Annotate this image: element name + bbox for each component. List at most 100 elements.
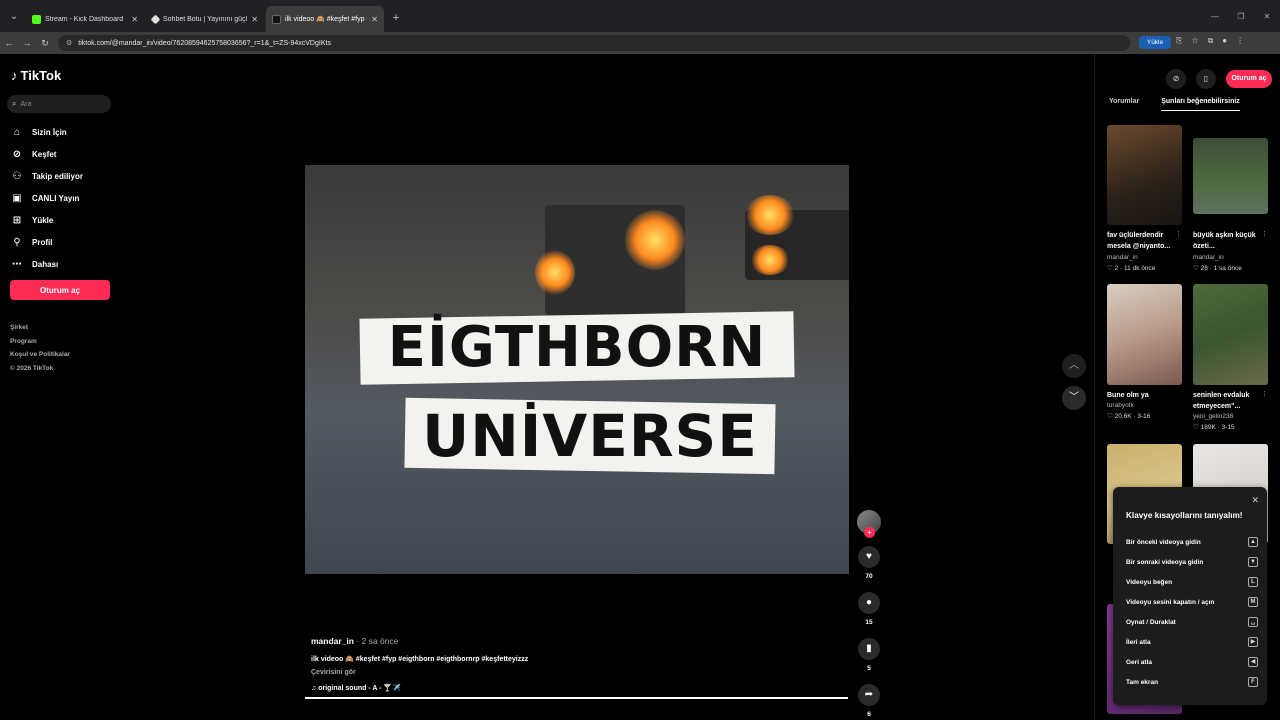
profile-avatar-icon[interactable]: ●	[1222, 36, 1227, 46]
video-thumbnail[interactable]	[1107, 125, 1182, 225]
save-action[interactable]: ▮ 5	[857, 638, 881, 672]
key-space-icon: ␣	[1248, 617, 1258, 627]
video-thumbnail[interactable]	[1193, 284, 1268, 385]
video-thumbnail[interactable]	[1107, 284, 1182, 385]
card-author[interactable]: yeni_gelin238	[1193, 413, 1233, 420]
shortcut-row: Videoyu sesini kapatın / açın M	[1126, 592, 1258, 612]
follow-plus-icon[interactable]: +	[864, 527, 875, 538]
card-title[interactable]: büyük aşkın küçük özeti...	[1193, 230, 1268, 252]
comment-icon[interactable]: ●	[858, 592, 880, 614]
sidebar-item-label: Yükle	[32, 215, 54, 225]
video-author[interactable]: mandar_in · 2 sa önce	[311, 636, 528, 646]
footer-link-terms[interactable]: Koşul ve Politikalar	[10, 348, 70, 362]
browser-menu-icon[interactable]: ⋮	[1236, 36, 1244, 46]
sidebar-item-explore[interactable]: ⊘ Keşfet	[10, 143, 83, 165]
translate-icon[interactable]: ⎘	[1176, 36, 1182, 46]
browser-tab-sohbet[interactable]: Sohbet Botu | Yayınını güçlendi ✕	[146, 6, 264, 32]
sidebar-item-label: Dahası	[32, 259, 59, 269]
right-panel-tabs: Yorumlar Şunları beğenebilirsiniz	[1109, 98, 1240, 111]
browser-tab-tiktok[interactable]: ilk videoo 🙈 #keşfet #fyp #eig ✕	[266, 6, 384, 32]
search-input[interactable]: ⌕ Ara	[7, 95, 111, 113]
site-info-icon[interactable]: ⚙	[66, 39, 72, 47]
shortcut-row: Bir sonraki videoya gidin ▼	[1126, 552, 1258, 572]
like-count: 70	[865, 573, 873, 580]
card-stats: ♡ 2 · 11 dk önce	[1107, 265, 1156, 272]
new-tab-plus-icon[interactable]: +	[388, 10, 404, 26]
maximize-icon[interactable]: ❐	[1228, 12, 1254, 21]
video-progress-bar[interactable]	[305, 697, 848, 699]
close-tab-icon[interactable]: ✕	[251, 15, 258, 24]
keyboard-shortcuts-popup: ✕ Klavye kısayollarını tanıyalım! Bir ön…	[1113, 487, 1267, 705]
card-more-icon[interactable]: ⋮	[1175, 230, 1182, 238]
share-arrow-icon[interactable]: ➦	[858, 684, 880, 706]
card-author[interactable]: mandar_in	[1193, 254, 1224, 261]
like-action[interactable]: ♥ 70	[857, 546, 881, 580]
forward-arrow-icon[interactable]: →	[18, 38, 36, 48]
sidebar-item-upload[interactable]: ⊞ Yükle	[10, 209, 83, 231]
card-title[interactable]: Bune olm ya	[1107, 390, 1182, 401]
minimize-icon[interactable]: —	[1202, 12, 1228, 21]
upload-icon: ⊞	[12, 214, 22, 226]
reload-icon[interactable]: ↻	[36, 38, 54, 49]
close-window-icon[interactable]: ✕	[1254, 12, 1280, 21]
shortcut-label: Videoyu sesini kapatın / açın	[1126, 598, 1215, 606]
tab-you-may-like[interactable]: Şunları beğenebilirsiniz	[1161, 98, 1240, 111]
search-icon: ⌕	[12, 99, 17, 108]
footer-link-program[interactable]: Program	[10, 335, 70, 349]
shortcut-row: Oynat / Duraklat ␣	[1126, 612, 1258, 632]
sidebar-item-live[interactable]: ▣ CANLI Yayın	[10, 187, 83, 209]
shortcut-label: Oynat / Duraklat	[1126, 618, 1176, 626]
sidebar-item-for-you[interactable]: ⌂ Sizin İçin	[10, 121, 83, 143]
video-player[interactable]: EİGTHBORN UNİVERSE	[305, 165, 849, 574]
bookmark-icon[interactable]: ▮	[858, 638, 880, 660]
right-login-button[interactable]: Oturum aç	[1226, 70, 1272, 88]
sidebar-nav: ⌂ Sizin İçin ⊘ Keşfet ⚇ Takip ediliyor ▣…	[10, 121, 83, 275]
shortcut-label: Bir önceki videoya gidin	[1126, 538, 1201, 546]
address-bar-row: ← → ↻ ⚙ tiktok.com/@mandar_in/video/7620…	[0, 32, 1280, 54]
translate-link[interactable]: Çevirisini gör	[311, 669, 528, 676]
previous-video-chevron-up-icon[interactable]: ︿	[1062, 354, 1086, 378]
card-title[interactable]: seninlen evdaluk etmeyecem"...	[1193, 390, 1268, 412]
browser-tab-kick[interactable]: Stream - Kick Dashboard ✕	[26, 6, 144, 32]
card-title[interactable]: fav üçlülerdendir mesela @niyanto...	[1107, 230, 1182, 252]
url-text: tiktok.com/@mandar_in/video/762085946257…	[78, 39, 331, 47]
extensions-icon[interactable]: ⧉	[1208, 36, 1214, 46]
compass-icon: ⊘	[12, 148, 22, 160]
shortcut-list: Bir önceki videoya gidin ▲ Bir sonraki vi…	[1126, 532, 1258, 692]
video-title-line1: EİGTHBORN	[387, 315, 767, 380]
close-popup-icon[interactable]: ✕	[1251, 495, 1259, 506]
device-icon[interactable]: ▯	[1196, 69, 1216, 89]
close-tab-icon[interactable]: ✕	[131, 15, 138, 24]
compass-toggle-icon[interactable]: ⊘	[1166, 69, 1186, 89]
login-button[interactable]: Oturum aç	[10, 280, 110, 300]
kick-favicon-icon	[32, 14, 41, 24]
sidebar-item-more[interactable]: ⋯ Dahası	[10, 253, 83, 275]
bookmark-star-icon[interactable]: ☆	[1191, 36, 1198, 46]
more-icon: ⋯	[12, 258, 22, 270]
shortcut-label: Tam ekran	[1126, 678, 1159, 686]
card-more-icon[interactable]: ⋮	[1261, 230, 1268, 238]
upload-pill-button[interactable]: Yükle	[1139, 36, 1171, 49]
tiktok-logo[interactable]: ♪ TikTok	[11, 68, 61, 83]
sidebar-item-profile[interactable]: ⚲ Profil	[10, 231, 83, 253]
back-arrow-icon[interactable]: ←	[0, 38, 18, 48]
sidebar-item-following[interactable]: ⚇ Takip ediliyor	[10, 165, 83, 187]
tab-comments[interactable]: Yorumlar	[1109, 98, 1139, 111]
video-thumbnail[interactable]	[1193, 138, 1268, 214]
sidebar-item-label: Sizin İçin	[32, 127, 67, 137]
card-author[interactable]: turabyotk	[1107, 402, 1134, 409]
card-author[interactable]: mandar_in	[1107, 254, 1138, 261]
url-field[interactable]: ⚙ tiktok.com/@mandar_in/video/7620859462…	[58, 35, 1130, 51]
shortcut-label: İleri atla	[1126, 638, 1151, 646]
footer-link-company[interactable]: Şirket	[10, 321, 70, 335]
next-video-chevron-down-icon[interactable]: ﹀	[1062, 386, 1086, 410]
share-action[interactable]: ➦ 6	[857, 684, 881, 718]
close-tab-icon[interactable]: ✕	[371, 15, 378, 24]
card-more-icon[interactable]: ⋮	[1261, 390, 1268, 398]
fire-shape	[750, 245, 790, 275]
sound-link[interactable]: ♫ original sound - A - 🍸✈️	[311, 684, 528, 692]
comment-action[interactable]: ● 15	[857, 592, 881, 626]
author-avatar[interactable]: +	[857, 510, 881, 538]
tab-search-chevron-icon[interactable]: ⌄	[4, 6, 24, 26]
heart-icon[interactable]: ♥	[858, 546, 880, 568]
